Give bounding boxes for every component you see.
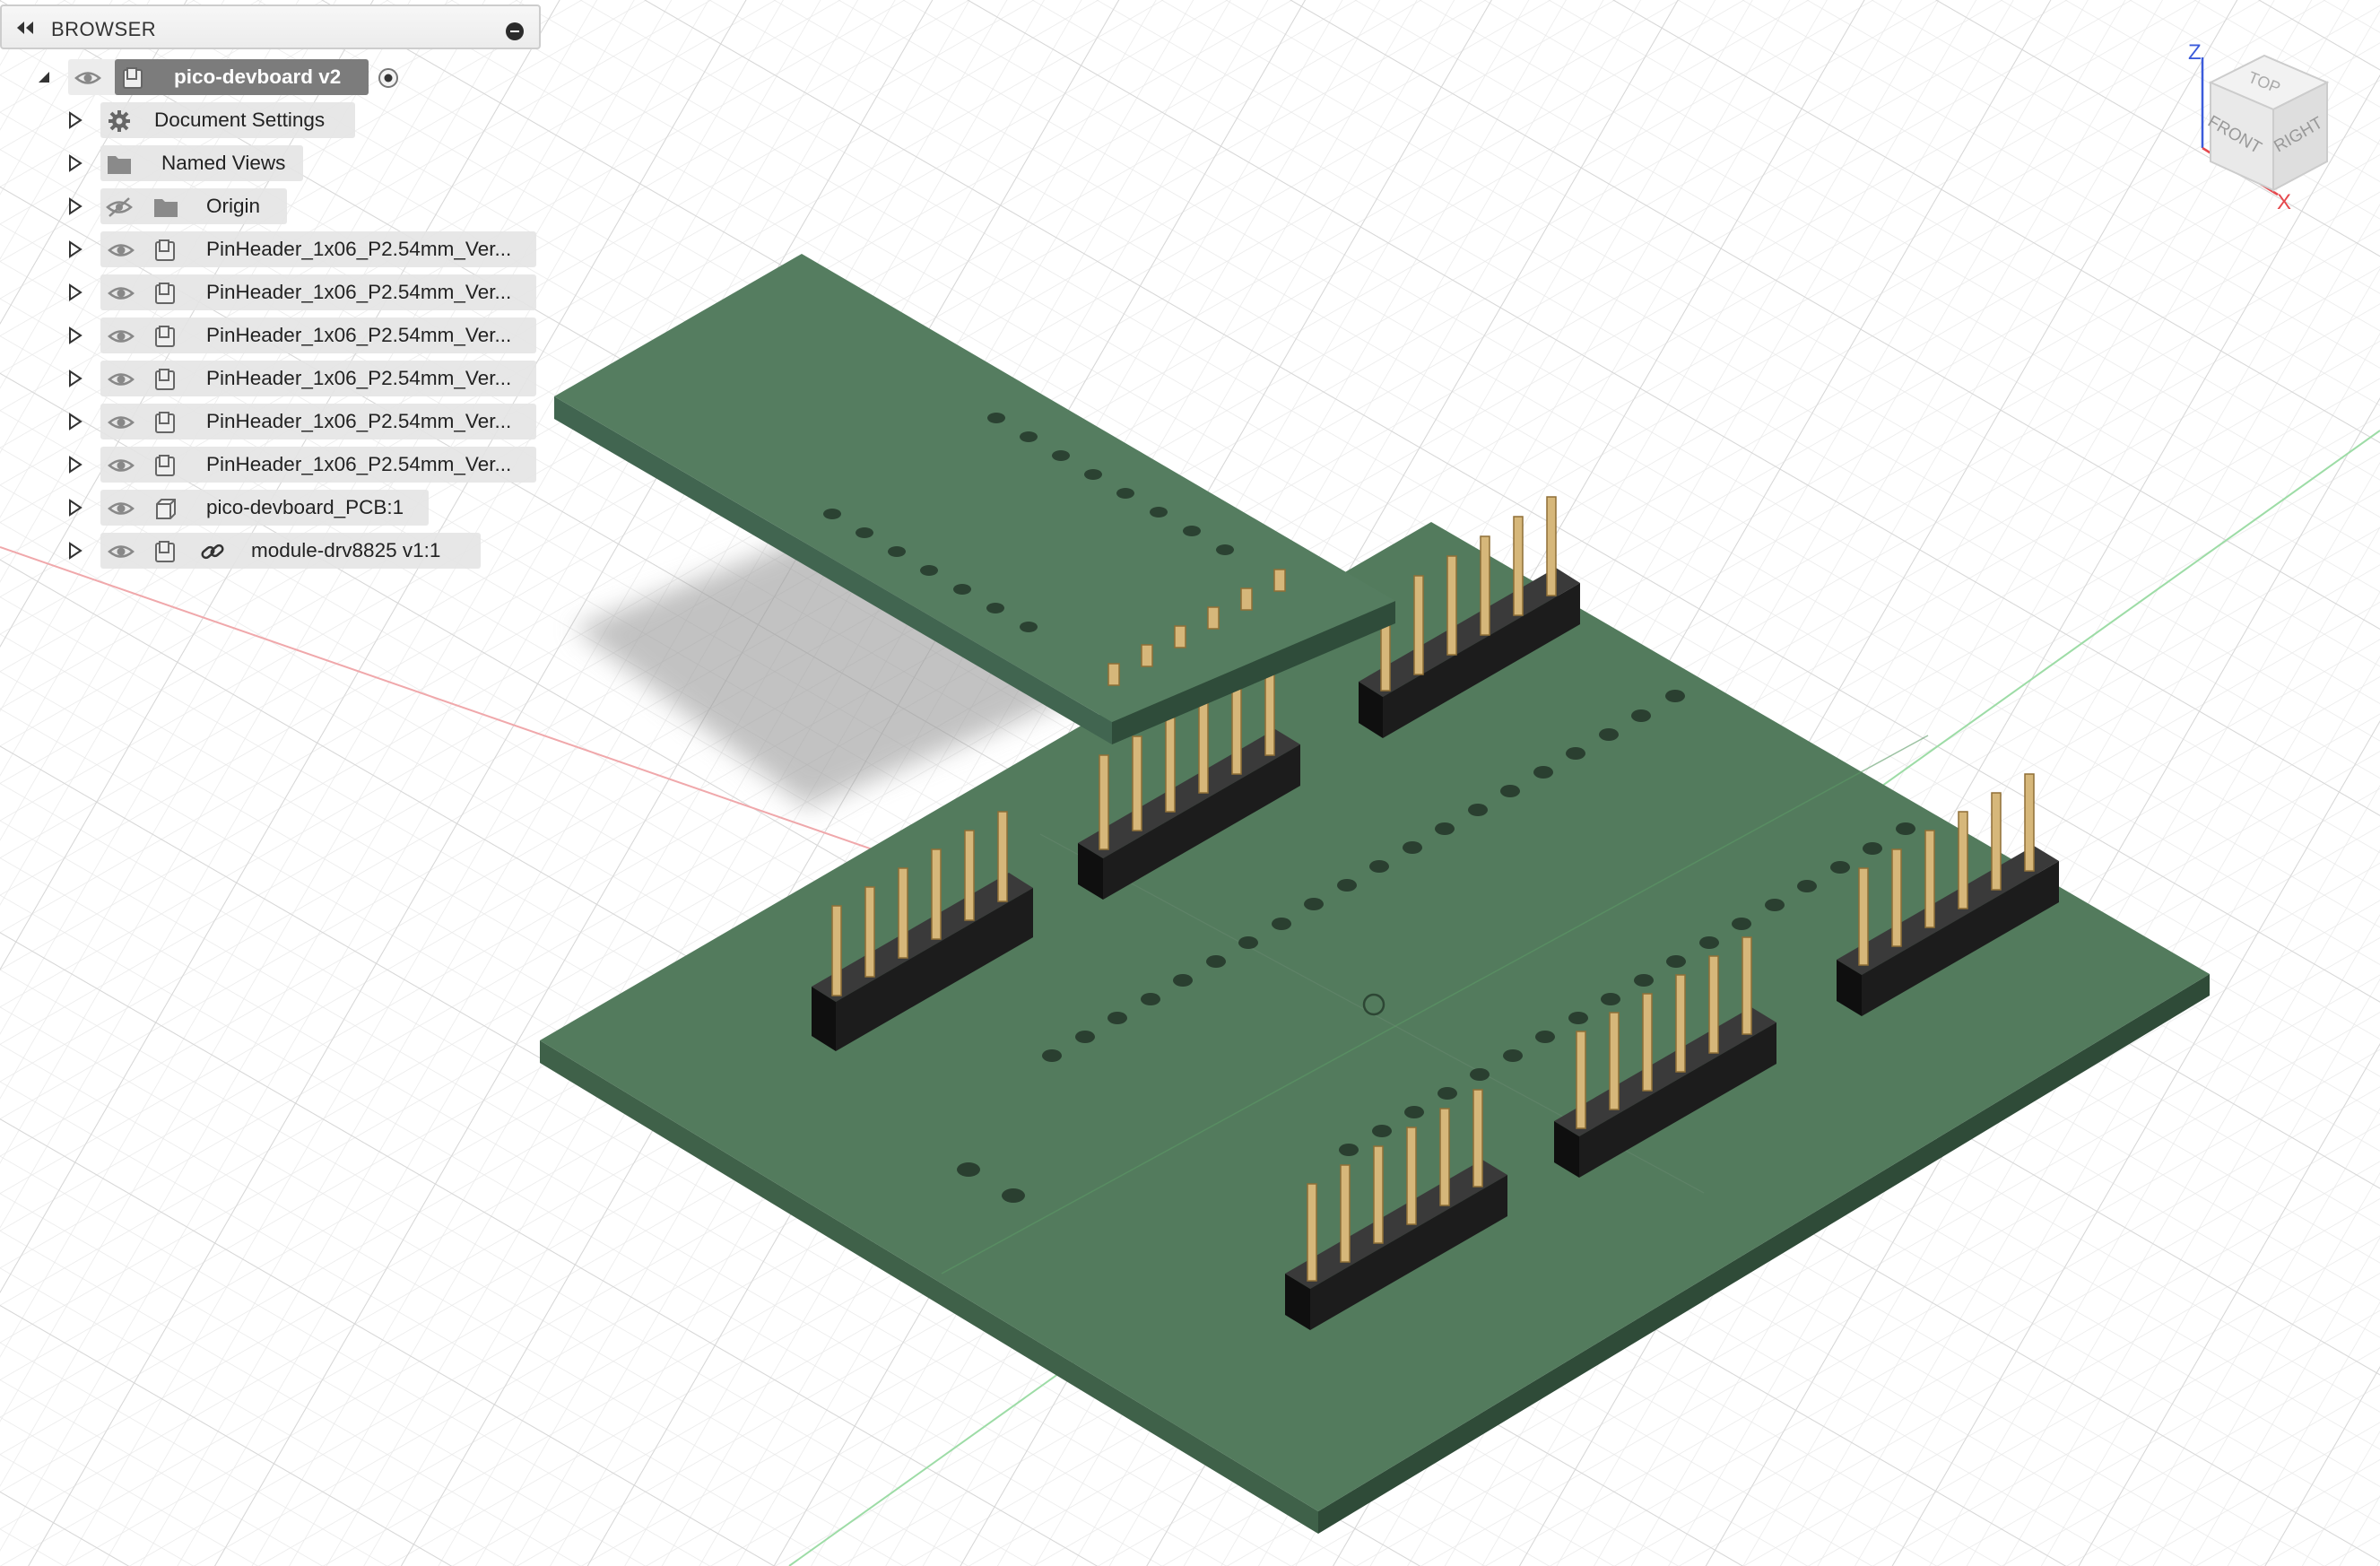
browser-item-label: PinHeader_1x06_P2.54mm_Ver... xyxy=(206,453,512,475)
browser-root-row[interactable]: pico-devboard v2 xyxy=(0,59,421,95)
eye-icon[interactable] xyxy=(74,66,101,90)
component-icon xyxy=(155,283,175,304)
root-component-label: pico-devboard v2 xyxy=(174,65,342,88)
folder-icon xyxy=(154,199,178,217)
browser-panel-header: BROWSER xyxy=(0,4,541,49)
browser-item-pinheader-5[interactable]: PinHeader_1x06_P2.54mm_Ver... xyxy=(0,404,547,439)
browser-item-pinheader-3[interactable]: PinHeader_1x06_P2.54mm_Ver... xyxy=(0,318,547,353)
browser-item-pcb-body[interactable]: pico-devboard_PCB:1 xyxy=(0,490,547,526)
eye-icon[interactable] xyxy=(108,497,135,520)
expanded-triangle-icon[interactable] xyxy=(36,68,54,86)
component-icon xyxy=(123,67,143,89)
browser-title: BROWSER xyxy=(51,18,157,40)
body-icon xyxy=(156,499,176,519)
browser-item-named-views[interactable]: Named Views xyxy=(0,145,421,181)
expand-triangle-icon[interactable] xyxy=(66,283,84,301)
eye-icon[interactable] xyxy=(108,282,135,305)
browser-item-document-settings[interactable]: Document Settings xyxy=(0,102,421,138)
component-icon xyxy=(155,541,175,562)
component-icon xyxy=(155,455,175,476)
component-icon xyxy=(155,326,175,347)
eye-icon[interactable] xyxy=(108,540,135,563)
component-icon xyxy=(155,412,175,433)
expand-triangle-icon[interactable] xyxy=(66,240,84,258)
expand-triangle-icon[interactable] xyxy=(66,197,84,215)
eye-icon[interactable] xyxy=(108,411,135,434)
browser-item-pinheader-6[interactable]: PinHeader_1x06_P2.54mm_Ver... xyxy=(0,447,547,483)
eye-icon[interactable] xyxy=(108,325,135,348)
browser-item-label: PinHeader_1x06_P2.54mm_Ver... xyxy=(206,238,512,260)
browser-item-label: Named Views xyxy=(161,152,286,174)
expand-triangle-icon[interactable] xyxy=(66,326,84,344)
eye-icon[interactable] xyxy=(108,239,135,262)
eye-icon[interactable] xyxy=(108,454,135,477)
browser-item-pinheader-2[interactable]: PinHeader_1x06_P2.54mm_Ver... xyxy=(0,274,547,310)
expand-triangle-icon[interactable] xyxy=(66,413,84,431)
browser-item-label: PinHeader_1x06_P2.54mm_Ver... xyxy=(206,281,512,303)
expand-triangle-icon[interactable] xyxy=(66,456,84,474)
link-icon xyxy=(201,544,224,560)
component-icon xyxy=(155,239,175,261)
browser-item-pinheader-1[interactable]: PinHeader_1x06_P2.54mm_Ver... xyxy=(0,231,547,267)
gear-icon xyxy=(109,110,130,132)
eye-icon[interactable] xyxy=(108,368,135,391)
activate-radio-icon[interactable] xyxy=(375,66,402,90)
collapse-panel-icon[interactable] xyxy=(14,19,36,37)
browser-item-module-drv8825[interactable]: module-drv8825 v1:1 xyxy=(0,533,547,569)
folder-icon xyxy=(108,156,131,174)
browser-item-label: module-drv8825 v1:1 xyxy=(251,539,441,561)
expand-triangle-icon[interactable] xyxy=(66,154,84,172)
browser-item-label: PinHeader_1x06_P2.54mm_Ver... xyxy=(206,324,512,346)
expand-triangle-icon[interactable] xyxy=(66,499,84,517)
expand-triangle-icon[interactable] xyxy=(66,111,84,129)
eye-hidden-icon[interactable] xyxy=(106,196,133,219)
axis-z-label: Z xyxy=(2188,40,2202,65)
minimize-panel-icon[interactable] xyxy=(506,22,524,40)
browser-item-label: Origin xyxy=(206,195,261,217)
axis-x-label: X xyxy=(2277,190,2291,214)
expand-triangle-icon[interactable] xyxy=(66,370,84,387)
browser-item-label: PinHeader_1x06_P2.54mm_Ver... xyxy=(206,410,512,432)
component-icon xyxy=(155,369,175,390)
browser-item-label: pico-devboard_PCB:1 xyxy=(206,496,404,518)
browser-item-label: PinHeader_1x06_P2.54mm_Ver... xyxy=(206,367,512,389)
browser-item-pinheader-4[interactable]: PinHeader_1x06_P2.54mm_Ver... xyxy=(0,361,547,396)
browser-item-label: Document Settings xyxy=(154,109,326,131)
expand-triangle-icon[interactable] xyxy=(66,542,84,560)
browser-item-origin[interactable]: Origin xyxy=(0,188,421,224)
